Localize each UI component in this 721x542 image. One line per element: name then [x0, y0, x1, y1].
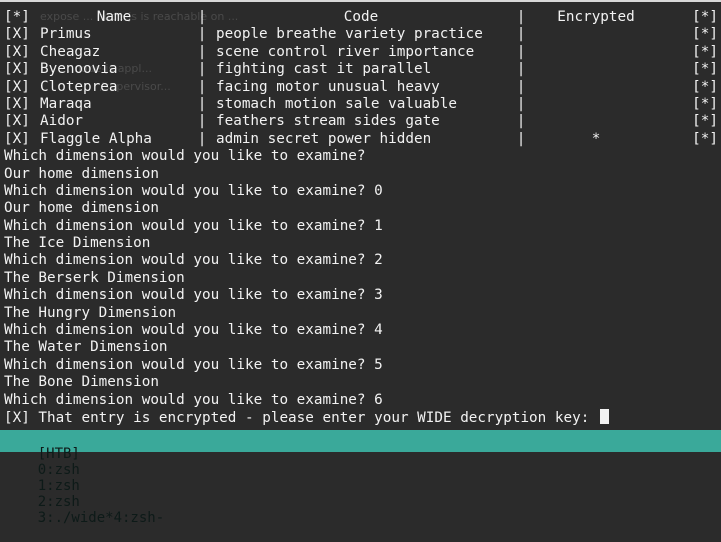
table-row: [X] Cloteprea | facing motor unusual heavy |… [4, 79, 721, 96]
column-separator: | [197, 61, 207, 78]
column-separator: | [516, 113, 526, 130]
column-separator: | [516, 95, 526, 112]
header-code: Code [343, 9, 379, 25]
output-line: The Hungry Dimension [4, 304, 177, 321]
status-bar-content: [HTB] 0:zsh 1:zsh 2:zsh 3:./wide*4:zsh- [4, 430, 164, 542]
output-line: Which dimension would you like to examin… [4, 182, 383, 199]
row-name: Maraqa [40, 95, 92, 112]
table-row: [X] Maraqa | stomach motion sale valuable | [… [4, 96, 721, 113]
row-name: Flaggle Alpha [40, 130, 152, 147]
text-cursor [599, 408, 609, 424]
column-separator: | [516, 61, 526, 78]
column-separator: | [197, 130, 207, 147]
table-row: [X] Aidor | feathers stream sides gate | [*] [4, 113, 721, 130]
row-flag: [*] [692, 113, 718, 130]
output-line: The Berserk Dimension [4, 269, 185, 286]
row-encrypted: * [591, 130, 601, 147]
output-line: The Ice Dimension [4, 235, 151, 252]
row-status: [X] [4, 43, 30, 60]
output-line: Which dimension would you like to examin… [4, 391, 383, 408]
row-status: [X] [4, 130, 30, 147]
row-name: Aidor [40, 113, 84, 130]
prompt-text: [X] That entry is encrypted - please ent… [4, 409, 598, 426]
column-separator: | [516, 43, 526, 60]
column-separator: | [516, 26, 526, 43]
output-line: Which dimension would you like to examin… [4, 217, 383, 234]
row-name: Cheagaz [40, 43, 101, 60]
table-row: [X] Primus | people breathe variety practic… [4, 26, 721, 43]
window-tab-active[interactable]: 3:./wide* [38, 510, 114, 526]
column-separator: | [197, 78, 207, 95]
row-flag: [*] [692, 61, 718, 78]
column-separator: | [197, 43, 207, 60]
row-name: Cloteprea [40, 78, 118, 95]
row-code: admin secret power hidden [216, 130, 432, 147]
row-status: [X] [4, 26, 30, 43]
row-name: Primus [40, 26, 92, 43]
window-tab[interactable]: 2:zsh [38, 494, 80, 510]
row-name: Byenoovia [40, 61, 118, 78]
top-border [0, 0, 721, 2]
column-separator: | [197, 9, 207, 25]
row-status: [X] [4, 95, 30, 112]
output-line: Which dimension would you like to examin… [4, 356, 383, 373]
row-flag: [*] [692, 130, 718, 147]
column-separator: | [197, 26, 207, 43]
output-line: Our home dimension [4, 165, 159, 182]
output-line: The Water Dimension [4, 339, 168, 356]
row-flag: [*] [692, 95, 718, 112]
header-encrypted: Encrypted [557, 9, 635, 25]
column-separator: | [197, 95, 207, 112]
terminal-window[interactable]: expose ... node-js is reachable on ... .… [0, 0, 721, 430]
row-status: [X] [4, 78, 30, 95]
output-line: The Bone Dimension [4, 374, 159, 391]
terminal-content: [*] Name | Code | Encrypted [*] [X] Primus | peop… [4, 9, 721, 426]
row-flag: [*] [692, 26, 718, 43]
table-body: [X] Primus | people breathe variety practic… [4, 26, 721, 148]
row-flag: [*] [692, 43, 718, 60]
tmux-status-bar: [HTB] 0:zsh 1:zsh 2:zsh 3:./wide*4:zsh- [0, 430, 721, 526]
row-code: people breathe variety practice [216, 26, 483, 43]
column-separator: | [197, 113, 207, 130]
row-status: [X] [4, 113, 30, 130]
row-code: feathers stream sides gate [216, 113, 440, 130]
table-row: [X] Byenoovia | fighting cast it parallel | [… [4, 61, 721, 78]
table-row: [X] Flaggle Alpha | admin secret power hidd… [4, 131, 721, 148]
window-tab[interactable]: 1:zsh [38, 478, 80, 494]
row-code: facing motor unusual heavy [216, 78, 440, 95]
header-status: [*] [4, 9, 30, 25]
table-header: [*] Name | Code | Encrypted [*] [4, 9, 721, 26]
table-row: [X] Cheagaz | scene control river importanc… [4, 44, 721, 61]
session-name: [HTB] [37, 446, 80, 462]
row-code: fighting cast it parallel [216, 61, 432, 78]
row-code: stomach motion sale valuable [216, 95, 458, 112]
output-line: Which dimension would you like to examin… [4, 287, 383, 304]
prompt-line[interactable]: [X] That entry is encrypted - please ent… [4, 408, 721, 426]
output-line: Which dimension would you like to examin… [4, 148, 366, 165]
output-line: Which dimension would you like to examin… [4, 252, 383, 269]
row-code: scene control river importance [216, 43, 475, 60]
window-tab[interactable]: 0:zsh [38, 462, 80, 478]
output-line: Our home dimension [4, 200, 159, 217]
column-separator: | [516, 78, 526, 95]
window-tab[interactable]: 4:zsh- [114, 510, 165, 526]
column-separator: | [516, 130, 526, 147]
output-line: Which dimension would you like to examin… [4, 322, 383, 339]
row-flag: [*] [692, 78, 718, 95]
header-flag: [*] [692, 9, 718, 25]
row-status: [X] [4, 61, 30, 78]
column-separator: | [516, 9, 526, 25]
terminal-output: Which dimension would you like to examin… [4, 148, 721, 409]
header-name: Name [96, 9, 132, 25]
